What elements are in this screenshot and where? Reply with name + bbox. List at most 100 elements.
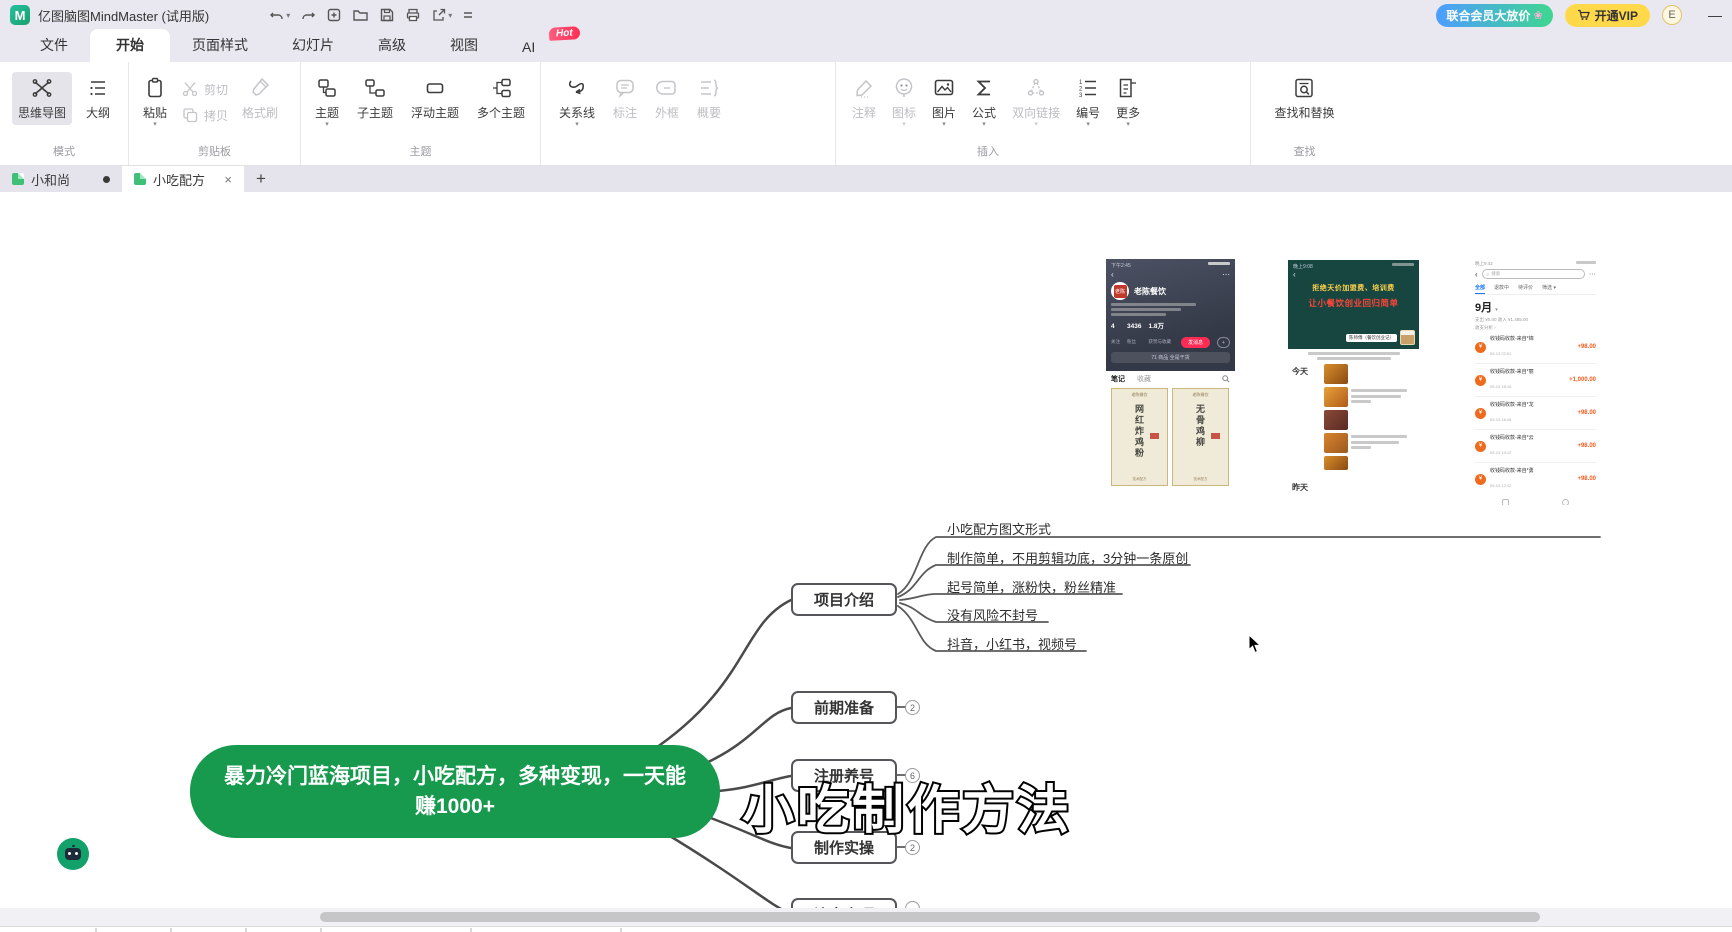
central-topic-node[interactable]: 暴力冷门蓝海项目，小吃配方，多种变现，一天能赚1000+	[190, 745, 720, 838]
status-time: 晚上9:42	[1475, 261, 1493, 267]
horizontal-scrollbar[interactable]	[0, 908, 1732, 926]
topic-node-preparation[interactable]: 前期准备	[791, 691, 897, 724]
boundary-button[interactable]: 外框	[649, 72, 685, 125]
subtopic-node[interactable]: 起号简单，涨粉快，粉丝精准	[947, 577, 1116, 596]
flower-icon: ❀	[1533, 9, 1542, 22]
vip-label: 开通VIP	[1595, 7, 1638, 24]
print-button[interactable]	[405, 7, 421, 23]
topic-button[interactable]: 主题 ▾	[309, 72, 345, 132]
close-tab-icon[interactable]: ×	[224, 172, 232, 187]
cut-button[interactable]: 剪切	[177, 80, 232, 98]
app-title: 亿图脑图MindMaster (试用版)	[38, 6, 209, 25]
document-tab-xiaochipeifang[interactable]: 小吃配方 ×	[122, 166, 244, 192]
more-icon: ⋯	[1222, 270, 1230, 279]
bidirectional-link-button[interactable]: 双向链接 ▾	[1006, 72, 1066, 132]
svg-text:1: 1	[1079, 80, 1083, 86]
numbering-icon: 123	[1076, 76, 1100, 100]
ribbon-group-find: 查找和替换 查找	[1250, 62, 1358, 165]
subtopic-node[interactable]: 小吃配方图文形式	[947, 519, 1051, 538]
status-time: 下午2:45	[1111, 262, 1131, 269]
open-vip-button[interactable]: 开通VIP	[1565, 4, 1650, 27]
document-tab-xiaoheshang[interactable]: 小和尚	[0, 166, 122, 192]
more-quick-access-button[interactable]	[462, 8, 474, 22]
status-icons	[1208, 262, 1230, 265]
profile-header: 下午2:45 ‹ ⋯ 老陈 老陈餐饮 4关注 3436粉丝 1.8万获赞与收藏 …	[1106, 259, 1235, 371]
bill-entry: ¥ 收钱码收款-来自*丽09-13 18:16 +1,000.00	[1475, 364, 1596, 397]
save-button[interactable]	[379, 7, 395, 23]
summary-icon	[697, 76, 721, 100]
tab-to-review: 待评价	[1518, 284, 1533, 291]
button-label: 大纲	[86, 104, 110, 121]
subtopic-node[interactable]: 没有风险不封号	[947, 605, 1038, 624]
dropdown-caret-icon: ▾	[1126, 122, 1130, 128]
food-thumbnail	[1324, 387, 1348, 407]
menu-tab-ai[interactable]: AI Hot	[500, 33, 557, 62]
more-insert-button[interactable]: 更多 ▾	[1110, 72, 1146, 132]
more-icon	[462, 8, 474, 22]
undo-button[interactable]: ▾	[269, 7, 290, 23]
mindmap-mode-button[interactable]: 思维导图	[12, 72, 72, 125]
image-button[interactable]: 图片 ▾	[926, 72, 962, 132]
new-document-tab-button[interactable]: +	[244, 166, 278, 192]
redo-button[interactable]	[300, 7, 316, 23]
topic-label: 前期准备	[814, 697, 874, 718]
undo-icon	[269, 7, 285, 23]
format-painter-button[interactable]: 格式刷	[236, 72, 284, 125]
outline-mode-button[interactable]: 大纲	[80, 72, 116, 125]
new-document-button[interactable]	[326, 7, 342, 23]
dropdown-caret-icon: ▾	[153, 122, 157, 128]
floating-wordart-topic[interactable]: 小吃制作方法	[742, 768, 1072, 843]
comment-button[interactable]: 注释	[846, 72, 882, 125]
coin-icon: ¥	[1475, 342, 1486, 353]
icon-marker-button[interactable]: 图标 ▾	[886, 72, 922, 132]
menu-tab-page-style[interactable]: 页面样式	[170, 29, 270, 62]
callout-button[interactable]: 标注	[607, 72, 643, 125]
ribbon-group-clipboard: 粘贴 ▾ 剪切 拷贝 格式刷 剪贴板	[128, 62, 300, 165]
numbering-button[interactable]: 123 编号 ▾	[1070, 72, 1106, 132]
open-file-button[interactable]	[352, 7, 369, 23]
user-avatar[interactable]: E	[1662, 5, 1682, 25]
recipe-card: 老陈餐饮 网红炸鸡粉 技术配方	[1111, 388, 1168, 486]
menu-tab-slideshow[interactable]: 幻灯片	[270, 29, 356, 62]
menu-tab-home[interactable]: 开始	[90, 29, 170, 62]
minimize-button[interactable]: —	[1708, 7, 1722, 23]
relationship-line-button[interactable]: 关系线 ▾	[553, 72, 601, 132]
menu-tab-view[interactable]: 视图	[428, 29, 500, 62]
new-document-icon	[326, 7, 342, 23]
ribbon-toolbar: 思维导图 大纲 模式 粘贴 ▾ 剪切 拷贝	[0, 62, 1732, 166]
hot-badge: Hot	[548, 26, 579, 41]
subtopic-node[interactable]: 抖音，小红书，视频号	[947, 634, 1077, 653]
ribbon-group-topic: 主题 ▾ 子主题 浮动主题 多个主题 主题	[300, 62, 540, 165]
copy-button[interactable]: 拷贝	[177, 106, 232, 124]
floating-topic-button[interactable]: 浮动主题	[405, 72, 465, 125]
attached-image-douyin-profile[interactable]: 下午2:45 ‹ ⋯ 老陈 老陈餐饮 4关注 3436粉丝 1.8万获赞与收藏 …	[1106, 259, 1235, 490]
scrollbar-thumb[interactable]	[320, 912, 1540, 922]
summary-button[interactable]: 概要	[691, 72, 727, 125]
subtopic-button[interactable]: 子主题	[351, 72, 399, 125]
profile-avatar: 老陈	[1111, 282, 1129, 300]
formula-button[interactable]: 公式 ▾	[966, 72, 1002, 132]
title-bar: M 亿图脑图MindMaster (试用版) ▾	[0, 0, 1732, 30]
bill-filter-tabs: 全部 退款中 待评价 筛选 ▾	[1475, 284, 1596, 295]
assistant-bot-button[interactable]	[57, 838, 89, 870]
collapse-badge[interactable]: 2	[905, 700, 920, 715]
multiple-topics-button[interactable]: 多个主题	[471, 72, 531, 125]
attached-image-payment-bills[interactable]: 晚上9:42 ‹ ⌕ 搜索 ⋯ 全部 退款中 待评价 筛选 ▾ 9月 ▾ 支出 …	[1470, 259, 1601, 505]
paste-button[interactable]: 粘贴 ▾	[137, 72, 173, 132]
cart-icon	[1577, 9, 1590, 21]
recipe-card: 老陈餐饮 无骨鸡柳 技术配方	[1172, 388, 1229, 486]
button-label: 概要	[697, 104, 721, 121]
find-replace-button[interactable]: 查找和替换	[1268, 72, 1340, 125]
comment-icon	[852, 76, 876, 100]
more-document-icon	[1116, 76, 1140, 100]
attached-image-promo-feed[interactable]: 晚上9:08 ‹ 拒绝天价加盟费、培训费 让小餐饮创业回归简单 陈师傅（餐饮创业…	[1288, 260, 1419, 518]
menu-tab-file[interactable]: 文件	[18, 29, 90, 62]
subtopic-node[interactable]: 制作简单，不用剪辑功底，3分钟一条原创	[947, 548, 1188, 567]
topic-node-project-intro[interactable]: 项目介绍	[791, 583, 897, 616]
export-button[interactable]: ▾	[431, 7, 452, 23]
group-caption: 主题	[301, 143, 540, 159]
member-promo-button[interactable]: 联合会员大放价 ❀	[1436, 4, 1552, 27]
menu-tab-advanced[interactable]: 高级	[356, 29, 428, 62]
promo-label: 联合会员大放价	[1446, 7, 1530, 24]
stat-likes: 1.8万获赞与收藏	[1148, 320, 1171, 348]
